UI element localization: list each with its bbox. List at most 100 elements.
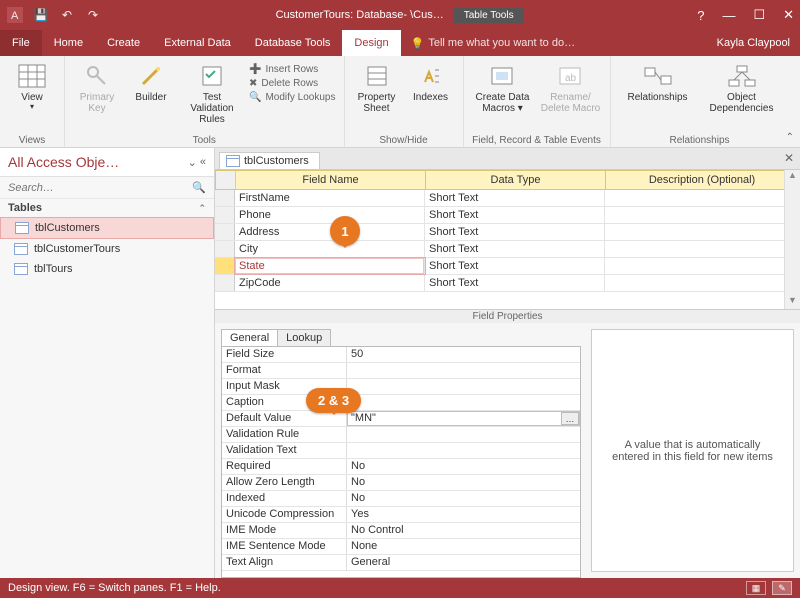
search-icon[interactable]: 🔍	[192, 181, 206, 194]
view-button[interactable]: View▾	[8, 60, 56, 132]
property-row[interactable]: RequiredNo	[222, 459, 580, 475]
row-selector[interactable]	[215, 275, 235, 291]
nav-search[interactable]: 🔍	[0, 177, 214, 199]
property-row[interactable]: Text AlignGeneral	[222, 555, 580, 571]
nav-header[interactable]: All Access Obje… ⌄«	[0, 148, 214, 177]
close-icon[interactable]: ✕	[783, 7, 794, 23]
property-row[interactable]: Caption	[222, 395, 580, 411]
user-name[interactable]: Kayla Claypool	[707, 30, 800, 56]
relationships-button[interactable]: Relationships	[619, 60, 697, 132]
table-row[interactable]: StateShort Text	[215, 258, 800, 275]
property-row[interactable]: Input Mask	[222, 379, 580, 395]
menu-create[interactable]: Create	[95, 30, 152, 56]
cell-data-type[interactable]: Short Text	[425, 241, 605, 257]
property-row[interactable]: Unicode CompressionYes	[222, 507, 580, 523]
row-selector[interactable]	[215, 224, 235, 240]
menu-design[interactable]: Design	[342, 30, 400, 56]
property-value[interactable]	[347, 363, 580, 378]
property-row[interactable]: IndexedNo	[222, 491, 580, 507]
row-selector[interactable]	[215, 241, 235, 257]
property-value[interactable]: No	[347, 459, 580, 474]
tab-close-icon[interactable]: ✕	[784, 151, 794, 165]
property-row[interactable]: Format	[222, 363, 580, 379]
cell-field-name[interactable]: ZipCode	[235, 275, 425, 291]
builder-button[interactable]: Builder	[127, 60, 175, 132]
nav-item-tbltours[interactable]: tblTours	[0, 259, 214, 279]
row-selector-header[interactable]	[216, 171, 236, 189]
table-row[interactable]: PhoneShort Text	[215, 207, 800, 224]
cell-data-type[interactable]: Short Text	[425, 190, 605, 206]
menu-file[interactable]: File	[0, 30, 42, 56]
nav-section-tables[interactable]: Tables ⌃	[0, 199, 214, 217]
maximize-icon[interactable]: ☐	[753, 7, 765, 23]
help-icon[interactable]: ?	[697, 8, 704, 23]
scroll-down-icon[interactable]: ▼	[785, 295, 800, 309]
rename-delete-macro-button[interactable]: ab Rename/ Delete Macro	[540, 60, 602, 132]
design-view-icon[interactable]: ✎	[772, 581, 792, 595]
insert-rows-button[interactable]: ➕Insert Rows	[249, 64, 336, 75]
property-row[interactable]: IME ModeNo Control	[222, 523, 580, 539]
property-value[interactable]	[347, 395, 580, 410]
builder-ellipsis-button[interactable]: …	[561, 412, 579, 425]
nav-dropdown-icon[interactable]: ⌄	[188, 156, 197, 169]
table-row[interactable]: AddressShort Text	[215, 224, 800, 241]
row-selector[interactable]	[215, 207, 235, 223]
menu-database-tools[interactable]: Database Tools	[243, 30, 343, 56]
save-icon[interactable]: 💾	[32, 6, 50, 24]
property-row[interactable]: Validation Text	[222, 443, 580, 459]
cell-description[interactable]	[605, 275, 800, 291]
cell-description[interactable]	[605, 207, 800, 223]
property-value[interactable]: Yes	[347, 507, 580, 522]
property-value[interactable]: No	[347, 491, 580, 506]
tab-tblcustomers[interactable]: tblCustomers	[219, 152, 320, 169]
undo-icon[interactable]: ↶	[58, 6, 76, 24]
property-row[interactable]: Field Size50	[222, 347, 580, 363]
cell-description[interactable]	[605, 241, 800, 257]
create-data-macros-button[interactable]: Create Data Macros ▾	[472, 60, 534, 132]
datasheet-view-icon[interactable]: ▦	[746, 581, 766, 595]
property-row[interactable]: IME Sentence ModeNone	[222, 539, 580, 555]
test-validation-button[interactable]: Test Validation Rules	[181, 60, 243, 132]
delete-rows-button[interactable]: ✖Delete Rows	[249, 78, 336, 89]
cell-field-name[interactable]: Phone	[235, 207, 425, 223]
primary-key-button[interactable]: Primary Key	[73, 60, 121, 132]
nav-search-input[interactable]	[8, 182, 192, 194]
cell-field-name[interactable]: State	[235, 258, 425, 274]
tell-me-search[interactable]: 💡 Tell me what you want to do…	[401, 30, 707, 56]
menu-home[interactable]: Home	[42, 30, 95, 56]
tab-lookup[interactable]: Lookup	[277, 329, 331, 346]
property-row[interactable]: Validation Rule	[222, 427, 580, 443]
cell-data-type[interactable]: Short Text	[425, 275, 605, 291]
property-value[interactable]	[347, 427, 580, 442]
property-value[interactable]: No Control	[347, 523, 580, 538]
modify-lookups-button[interactable]: 🔍Modify Lookups	[249, 92, 336, 103]
property-value[interactable]: "MN"…	[347, 411, 580, 426]
nav-item-tblcustomertours[interactable]: tblCustomerTours	[0, 239, 214, 259]
property-value[interactable]: 50	[347, 347, 580, 362]
table-row[interactable]: CityShort Text	[215, 241, 800, 258]
redo-icon[interactable]: ↷	[84, 6, 102, 24]
col-description[interactable]: Description (Optional)	[606, 171, 799, 189]
property-value[interactable]: General	[347, 555, 580, 570]
property-value[interactable]: None	[347, 539, 580, 554]
cell-data-type[interactable]: Short Text	[425, 258, 605, 274]
indexes-button[interactable]: Indexes	[407, 60, 455, 132]
property-row[interactable]: Default Value"MN"…	[222, 411, 580, 427]
property-value[interactable]	[347, 443, 580, 458]
col-field-name[interactable]: Field Name	[236, 171, 426, 189]
collapse-ribbon-icon[interactable]: ⌃	[786, 132, 794, 143]
minimize-icon[interactable]: —	[722, 8, 735, 23]
property-sheet-button[interactable]: Property Sheet	[353, 60, 401, 132]
cell-description[interactable]	[605, 258, 800, 274]
section-collapse-icon[interactable]: ⌃	[198, 203, 206, 214]
nav-item-tblcustomers[interactable]: tblCustomers	[0, 217, 214, 239]
row-selector[interactable]	[215, 190, 235, 206]
nav-collapse-icon[interactable]: «	[200, 156, 206, 169]
property-value[interactable]	[347, 379, 580, 394]
cell-field-name[interactable]: FirstName	[235, 190, 425, 206]
object-dependencies-button[interactable]: Object Dependencies	[703, 60, 781, 132]
row-selector[interactable]	[215, 258, 235, 274]
menu-external-data[interactable]: External Data	[152, 30, 243, 56]
table-row[interactable]: ZipCodeShort Text	[215, 275, 800, 292]
cell-data-type[interactable]: Short Text	[425, 207, 605, 223]
